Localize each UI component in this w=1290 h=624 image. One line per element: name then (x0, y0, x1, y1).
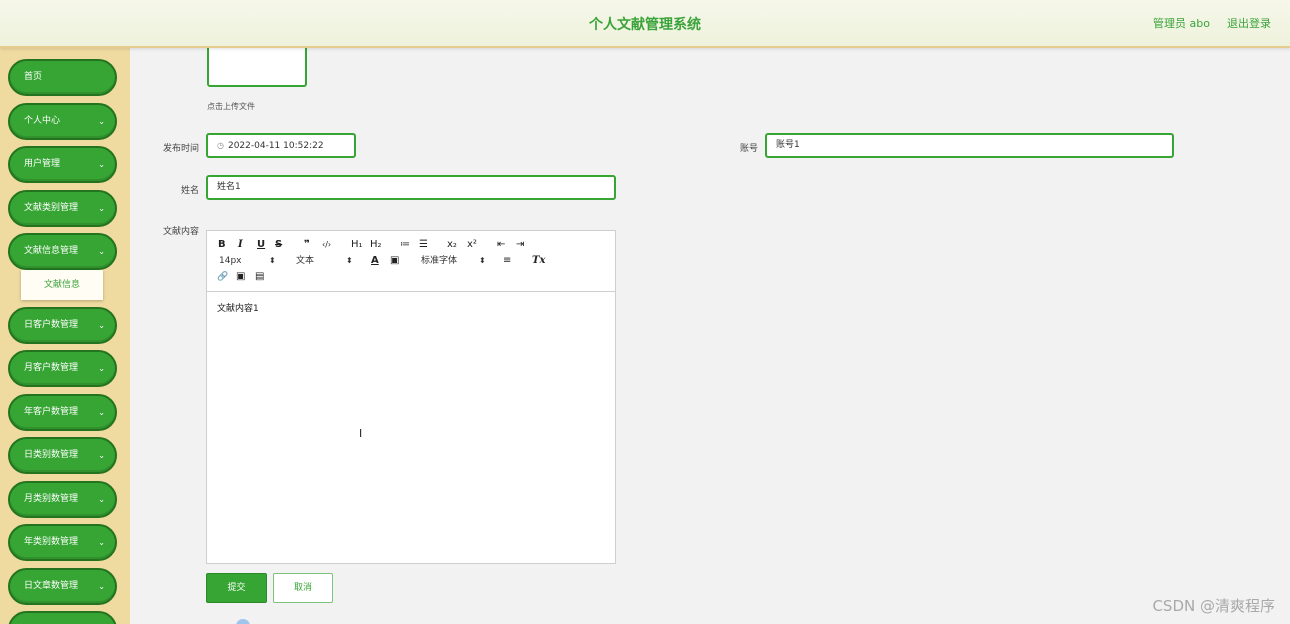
underline-button[interactable]: U (257, 239, 265, 251)
blockquote-button[interactable]: ❞ (304, 239, 310, 251)
italic-button[interactable]: I (238, 239, 243, 251)
chevron-down-icon: ⌄ (98, 582, 105, 591)
sidebar-item-monthly-customers[interactable]: 月客户数管理 ⌄ (8, 350, 117, 387)
heading2-button[interactable]: H₂ (370, 239, 382, 251)
image-icon[interactable]: ▣ (236, 271, 245, 283)
watermark: CSDN @清爽程序 (1152, 597, 1275, 615)
sidebar-item-daily-categories[interactable]: 日类别数管理 ⌄ (8, 437, 117, 474)
select-arrows-icon: ⬍ (269, 256, 276, 265)
edit-form: 点击上传文件 发布时间 ◷ 2022-04-11 10:52:22 账号 账号1 … (130, 38, 1290, 624)
code-block-button[interactable]: ‹/› (322, 239, 331, 251)
top-header: 个人文献管理系统 管理员 abo 退出登录 (0, 0, 1290, 48)
chevron-down-icon: ⌄ (98, 321, 105, 330)
cancel-button[interactable]: 取消 (273, 573, 333, 603)
sidebar-item-yearly-customers[interactable]: 年客户数管理 ⌄ (8, 394, 117, 431)
sidebar-item-user-management[interactable]: 用户管理 ⌄ (8, 146, 117, 183)
sidebar-item-partial[interactable] (8, 611, 117, 624)
clear-format-button[interactable]: Tx (532, 255, 545, 267)
chevron-down-icon: ⌄ (98, 364, 105, 373)
account-field[interactable]: 账号1 (765, 133, 1174, 158)
submit-button[interactable]: 提交 (206, 573, 267, 603)
text-format-select[interactable]: 文本 ⬍ (296, 255, 356, 267)
text-color-button[interactable]: A (371, 255, 379, 267)
chevron-down-icon: ⌄ (98, 538, 105, 547)
video-icon[interactable]: ▤ (255, 271, 264, 283)
rich-text-editor: B I U S ❞ ‹/› H₁ H₂ ≔ ☰ x₂ x² ⇤ ⇥ 14px ⬍… (206, 230, 616, 564)
name-label: 姓名 (180, 186, 199, 196)
chevron-down-icon: ⌄ (98, 451, 105, 460)
text-format-value: 文本 (296, 256, 315, 266)
outdent-button[interactable]: ⇤ (497, 239, 505, 251)
superscript-button[interactable]: x² (467, 239, 477, 251)
publish-time-value: 2022-04-11 10:52:22 (227, 141, 324, 151)
link-icon[interactable]: 🔗 (217, 271, 228, 283)
editor-toolbar: B I U S ❞ ‹/› H₁ H₂ ≔ ☰ x₂ x² ⇤ ⇥ 14px ⬍… (207, 231, 615, 292)
sidebar-item-label: 月类别数管理 (24, 494, 79, 504)
chevron-down-icon: ⌄ (98, 160, 105, 169)
current-user-label: 管理员 abo (1153, 17, 1210, 30)
strikethrough-button[interactable]: S (275, 239, 282, 251)
sidebar-item-literature-management[interactable]: 文献信息管理 ⌄ (8, 233, 117, 270)
sidebar-item-label: 日类别数管理 (24, 450, 79, 460)
sidebar-item-daily-articles[interactable]: 日文章数管理 ⌄ (8, 568, 117, 605)
upload-hint: 点击上传文件 (207, 102, 255, 111)
sidebar-item-label: 年类别数管理 (24, 537, 79, 547)
account-label: 账号 (739, 144, 758, 154)
sidebar-item-label: 日文章数管理 (24, 581, 79, 591)
indent-button[interactable]: ⇥ (516, 239, 524, 251)
sidebar-item-yearly-categories[interactable]: 年类别数管理 ⌄ (8, 524, 117, 561)
sidebar-item-home[interactable]: 首页 (8, 59, 117, 96)
chevron-down-icon: ⌄ (98, 117, 105, 126)
sidebar-item-monthly-categories[interactable]: 月类别数管理 ⌄ (8, 481, 117, 518)
sidebar-item-label: 文献信息管理 (24, 246, 79, 256)
text-cursor-icon: I (359, 427, 363, 440)
chevron-down-icon: ⌄ (98, 495, 105, 504)
ordered-list-button[interactable]: ≔ (400, 239, 410, 251)
publish-time-picker[interactable]: ◷ 2022-04-11 10:52:22 (206, 133, 356, 158)
sidebar: 首页 个人中心 ⌄ 用户管理 ⌄ 文献类别管理 ⌄ 文献信息管理 ⌄ 文献信息 … (0, 48, 130, 624)
background-color-button[interactable]: ▣ (390, 255, 399, 267)
sidebar-item-label: 用户管理 (24, 159, 61, 169)
clock-icon: ◷ (217, 141, 224, 150)
chevron-down-icon: ⌄ (98, 408, 105, 417)
sidebar-item-daily-customers[interactable]: 日客户数管理 ⌄ (8, 307, 117, 344)
sidebar-item-label: 日客户数管理 (24, 320, 79, 330)
font-family-value: 标准字体 (421, 256, 458, 266)
subscript-button[interactable]: x₂ (447, 239, 457, 251)
publish-time-label: 发布时间 (162, 144, 199, 154)
select-arrows-icon: ⬍ (346, 256, 353, 265)
sidebar-item-label: 首页 (24, 72, 43, 82)
chevron-down-icon: ⌄ (98, 247, 105, 256)
app-title: 个人文献管理系统 (589, 17, 701, 33)
logout-link[interactable]: 退出登录 (1227, 15, 1271, 31)
font-family-select[interactable]: 标准字体 ⬍ (421, 255, 491, 267)
bullet-list-button[interactable]: ☰ (419, 239, 428, 251)
sidebar-item-personal-center[interactable]: 个人中心 ⌄ (8, 103, 117, 140)
font-size-select[interactable]: 14px ⬍ (219, 255, 279, 267)
content-label: 文献内容 (162, 227, 199, 237)
editor-content[interactable]: 文献内容1 (217, 301, 259, 314)
heading1-button[interactable]: H₁ (351, 239, 363, 251)
bold-button[interactable]: B (218, 239, 226, 251)
sidebar-item-category-management[interactable]: 文献类别管理 ⌄ (8, 190, 117, 227)
sidebar-item-label: 个人中心 (24, 116, 61, 126)
sidebar-item-label: 文献类别管理 (24, 203, 79, 213)
select-arrows-icon: ⬍ (479, 256, 486, 265)
name-field[interactable]: 姓名1 (206, 175, 616, 200)
align-button[interactable]: ≡ (503, 255, 511, 267)
sidebar-item-label: 年客户数管理 (24, 407, 79, 417)
chevron-down-icon: ⌄ (98, 204, 105, 213)
submenu-item-literature-info[interactable]: 文献信息 (21, 270, 103, 300)
sidebar-item-label: 月客户数管理 (24, 363, 79, 373)
font-size-value: 14px (219, 256, 242, 266)
